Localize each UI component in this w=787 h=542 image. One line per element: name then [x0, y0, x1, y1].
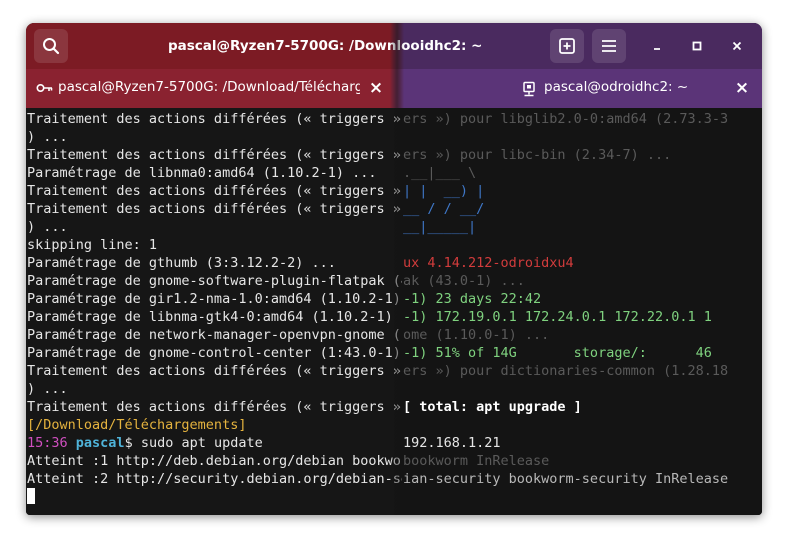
remote-line: ers ») pour libc-bin (2.34-7) ... [403, 147, 672, 163]
output-line: Traitement des actions différées (« trig… [27, 183, 401, 199]
window-title: pascal@Ryzen7-5700G: /Downlo oidhc2: ~ [86, 23, 626, 69]
tab-local-label: pascal@Ryzen7-5700G: /Download/Télécharg… [58, 79, 360, 95]
remote-line: 192.168.1.21 [403, 435, 501, 451]
remote-line: ak (43.0-1) ... [403, 273, 525, 289]
search-button[interactable] [34, 29, 68, 63]
output-line: Paramétrage de libnma0:amd64 (1.10.2-1) … [27, 165, 377, 181]
window-title-right: oidhc2: ~ [410, 38, 483, 54]
tab-remote-terminal[interactable]: pascal@odroidhc2: ~ × [394, 69, 762, 108]
menu-button[interactable] [592, 29, 626, 63]
remote-line: __ / / __/ [403, 201, 485, 217]
remote-line: -1) 172.19.0.1 172.24.0.1 172.22.0.1 1 [403, 309, 712, 325]
close-icon: × [734, 78, 750, 98]
output-line: Atteint :2 http://security.debian.org/de… [27, 471, 402, 487]
output-line: Paramétrage de gthumb (3:3.12.2-2) ... [27, 255, 336, 271]
tab-remote-close-button[interactable]: × [734, 78, 750, 98]
remote-line: ers ») pour dictionaries-common (1.28.18 [403, 363, 729, 379]
output-line: Paramétrage de gnome-software-plugin-fla… [27, 273, 402, 289]
remote-line: ome (1.10.0-1) ... [403, 327, 550, 343]
prompt-user: pascal [75, 435, 125, 451]
text-cursor [27, 488, 35, 504]
remote-line: bookworm InRelease [403, 453, 550, 469]
maximize-icon [692, 41, 702, 51]
key-icon [36, 83, 53, 93]
prompt-time: 15:36 [27, 435, 68, 451]
terminal-area[interactable]: ers ») pour libglib2.0-0:amd64 (2.73.3-3… [26, 108, 762, 515]
cursor-line [27, 488, 402, 506]
remote-line: __|_____| [403, 219, 477, 235]
output-line: Atteint :1 http://deb.debian.org/debian … [27, 453, 402, 469]
terminal-window: pascal@Ryzen7-5700G: /Downlo oidhc2: ~ p… [26, 23, 762, 515]
close-icon: × [368, 78, 384, 98]
remote-line [394, 416, 728, 434]
remote-terminal-output[interactable]: ers ») pour libglib2.0-0:amd64 (2.73.3-3… [394, 108, 762, 515]
output-line: Traitement des actions différées (« trig… [27, 399, 401, 415]
headerbar: pascal@Ryzen7-5700G: /Downlo oidhc2: ~ [26, 23, 762, 69]
hamburger-menu-icon [602, 40, 616, 52]
prompt-line: 15:36 pascal$ sudo apt update [27, 434, 402, 452]
command-text: sudo apt update [132, 435, 263, 451]
remote-line: ers ») pour libglib2.0-0:amd64 (2.73.3-3 [403, 111, 729, 127]
tab-remote-label: pascal@odroidhc2: ~ [544, 79, 689, 95]
maximize-button[interactable] [686, 35, 708, 57]
output-line: Traitement des actions différées (« trig… [27, 201, 401, 217]
remote-line [394, 236, 728, 254]
remote-line: ux 4.14.212-odroidxu4 [403, 255, 574, 271]
close-window-button[interactable] [726, 35, 748, 57]
output-line: Paramétrage de libnma-gtk4-0:amd64 (1.10… [27, 309, 402, 325]
search-icon [43, 38, 60, 55]
window-title-left: pascal@Ryzen7-5700G: /Downlo [168, 38, 411, 54]
output-line: Paramétrage de gnome-control-center (1:4… [27, 345, 402, 361]
output-line: Traitement des actions différées (« trig… [27, 363, 401, 379]
remote-line [394, 128, 728, 146]
output-line: Paramétrage de gir1.2-nma-1.0:amd64 (1.1… [27, 291, 402, 307]
tab-bar: pascal@Ryzen7-5700G: /Download/Télécharg… [26, 69, 762, 108]
new-tab-button[interactable] [550, 29, 584, 63]
output-line: ) ... [27, 129, 68, 145]
remote-line: -1) 51% of 14G storage/: 46 [403, 345, 712, 361]
local-terminal-output[interactable]: Traitement des actions différées (« trig… [26, 108, 402, 515]
output-line: ) ... [27, 219, 68, 235]
remote-line [394, 380, 728, 398]
remote-line: [ total: apt upgrade ] [403, 399, 582, 415]
tab-local-terminal[interactable]: pascal@Ryzen7-5700G: /Download/Télécharg… [26, 69, 394, 108]
remote-line: -1) 23 days 22:42 [403, 291, 542, 307]
cwd-line: [/Download/Téléchargements] [27, 417, 247, 433]
prompt-symbol: $ [124, 435, 133, 451]
remote-line: | | __) | [403, 183, 485, 199]
minimize-icon [654, 48, 660, 50]
close-icon [732, 41, 742, 51]
output-line: Traitement des actions différées (« trig… [27, 111, 401, 127]
remote-line: .__|___ \ [403, 165, 477, 181]
tab-local-close-button[interactable]: × [368, 78, 384, 98]
output-line: Paramétrage de network-manager-openvpn-g… [27, 327, 402, 343]
output-line: skipping line: 1 [27, 237, 158, 253]
output-line: ) ... [27, 381, 68, 397]
output-line: Traitement des actions différées (« trig… [27, 147, 401, 163]
remote-line: ian-security bookworm-security InRelease [403, 471, 729, 487]
minimize-button[interactable] [646, 35, 668, 57]
new-tab-icon [559, 38, 575, 54]
remote-terminal-icon [523, 81, 535, 97]
